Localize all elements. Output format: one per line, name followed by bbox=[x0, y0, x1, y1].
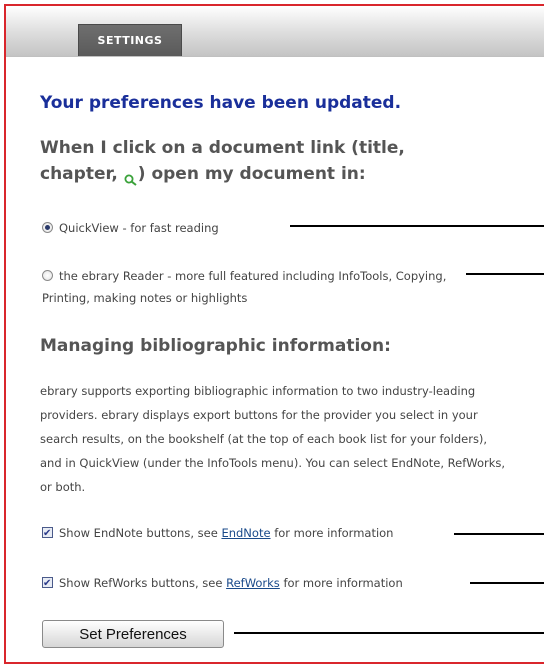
reader-option[interactable]: the ebrary Reader - more full featured i… bbox=[42, 265, 472, 309]
magnifier-icon bbox=[124, 168, 138, 186]
set-preferences-button[interactable]: Set Preferences bbox=[42, 620, 224, 648]
reader-label: the ebrary Reader - more full featured i… bbox=[42, 269, 447, 305]
endnote-text-pre: Show EndNote buttons, see bbox=[59, 526, 218, 540]
quickview-label: QuickView - for fast reading bbox=[59, 221, 219, 235]
refworks-text-pre: Show RefWorks buttons, see bbox=[59, 576, 223, 590]
callout-line-button bbox=[234, 632, 544, 634]
quickview-radio[interactable] bbox=[42, 222, 53, 233]
refworks-link[interactable]: RefWorks bbox=[226, 576, 280, 590]
endnote-option[interactable]: Show EndNote buttons, see EndNote for mo… bbox=[42, 523, 394, 544]
tab-settings[interactable]: SETTINGS bbox=[78, 24, 182, 56]
bibliographic-heading: Managing bibliographic information: bbox=[40, 336, 391, 356]
status-message: Your preferences have been updated. bbox=[40, 93, 402, 113]
refworks-option[interactable]: Show RefWorks buttons, see RefWorks for … bbox=[42, 573, 403, 594]
heading-line-2-post: ) open my document in: bbox=[137, 164, 366, 184]
tab-bar: SETTINGS bbox=[6, 6, 544, 57]
heading-line-1: When I click on a document link (title, bbox=[40, 138, 405, 158]
callout-line-quickview bbox=[290, 225, 544, 227]
callout-line-reader bbox=[466, 273, 544, 275]
refworks-text-post: for more information bbox=[283, 576, 403, 590]
reader-radio[interactable] bbox=[42, 270, 53, 281]
refworks-checkbox[interactable] bbox=[42, 574, 53, 594]
endnote-checkbox[interactable] bbox=[42, 524, 53, 544]
settings-content: Your preferences have been updated. When… bbox=[6, 57, 544, 662]
open-document-heading: When I click on a document link (title, … bbox=[40, 135, 440, 187]
endnote-link[interactable]: EndNote bbox=[221, 526, 270, 540]
bibliographic-description: ebrary supports exporting bibliographic … bbox=[40, 384, 506, 494]
heading-line-2-pre: chapter, bbox=[40, 164, 118, 184]
endnote-text-post: for more information bbox=[274, 526, 394, 540]
quickview-option[interactable]: QuickView - for fast reading bbox=[42, 217, 219, 239]
settings-panel: SETTINGS Your preferences have been upda… bbox=[4, 4, 544, 664]
callout-line-endnote bbox=[454, 533, 544, 535]
callout-line-refworks bbox=[470, 582, 544, 584]
